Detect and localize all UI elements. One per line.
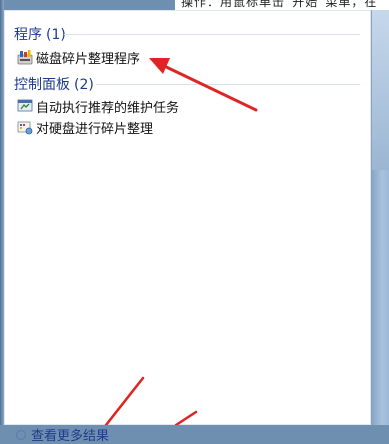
result-defrag-program[interactable]: 磁盘碎片整理程序 [17, 47, 140, 67]
group-title: 控制面板 [14, 77, 70, 93]
group-header-control-panel: 控制面板 (2) [14, 74, 94, 94]
defrag-program-icon [17, 49, 33, 65]
result-maintenance[interactable]: 自动执行推荐的维护任务 [17, 96, 179, 116]
maintenance-icon [17, 98, 33, 114]
search-icon [16, 429, 26, 440]
defrag-task-icon [17, 119, 33, 135]
group-header-programs: 程序 (1) [14, 24, 66, 44]
group-divider [64, 34, 360, 35]
result-defrag-task[interactable]: 对硬盘进行碎片整理 [17, 117, 153, 137]
see-more-label: 查看更多结果 [31, 429, 110, 444]
window-frame-right [372, 10, 389, 425]
result-label: 对硬盘进行碎片整理 [36, 121, 154, 137]
group-divider [96, 84, 360, 85]
group-count: (2) [74, 77, 94, 93]
group-count: (1) [46, 27, 66, 43]
group-title: 程序 [14, 27, 42, 43]
see-more-results-link[interactable]: 查看更多结果 [16, 425, 109, 444]
result-label: 磁盘碎片整理程序 [36, 51, 141, 67]
start-menu-search-results: 程序 (1) 磁盘碎片整理程序 控制面板 (2) 自动执行推荐的维护任务 对硬盘… [4, 10, 372, 444]
result-label: 自动执行推荐的维护任务 [36, 100, 180, 116]
